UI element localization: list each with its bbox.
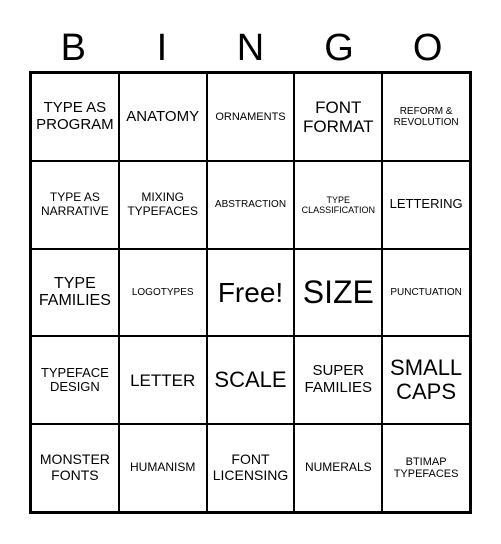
bingo-cell[interactable]: REFORM & REVOLUTION	[382, 73, 470, 161]
bingo-cell[interactable]: LOGOTYPES	[118, 248, 207, 337]
bingo-cell[interactable]: HUMANISM	[118, 424, 207, 512]
bingo-cell[interactable]: TYPE FAMILIES	[31, 248, 119, 337]
bingo-cell[interactable]: LETTER	[118, 336, 207, 425]
bingo-cell[interactable]: ORNAMENTS	[206, 73, 295, 161]
bingo-cell[interactable]: TYPE AS NARRATIVE	[31, 160, 119, 249]
bingo-cell[interactable]: SUPER FAMILIES	[294, 336, 383, 425]
bingo-cell[interactable]: LETTERING	[382, 160, 470, 249]
bingo-cell[interactable]: ANATOMY	[118, 73, 207, 161]
bingo-cell[interactable]: TYPE CLASSIFICATION	[294, 160, 383, 249]
free-space-cell[interactable]: Free!	[206, 248, 295, 337]
bingo-cell[interactable]: MIXING TYPEFACES	[118, 160, 207, 249]
bingo-cell[interactable]: TYPEFACE DESIGN	[31, 336, 119, 425]
bingo-cell[interactable]: MONSTER FONTS	[31, 424, 119, 512]
bingo-cell[interactable]: NUMERALS	[294, 424, 383, 512]
header-letter-i: I	[156, 27, 168, 69]
bingo-cell[interactable]: SCALE	[206, 336, 295, 425]
bingo-cell[interactable]: ABSTRACTION	[206, 160, 295, 249]
bingo-cell[interactable]: BTIMAP TYPEFACES	[382, 424, 470, 512]
bingo-cell[interactable]: TYPE AS PROGRAM	[31, 73, 119, 161]
bingo-cell[interactable]: SMALL CAPS	[382, 336, 470, 425]
header-letter-b: B	[60, 27, 86, 69]
bingo-cell[interactable]: FONT FORMAT	[294, 73, 383, 161]
header-letter-n: N	[236, 27, 265, 69]
bingo-card: TYPE AS PROGRAM ANATOMY ORNAMENTS FONT F…	[29, 71, 472, 514]
bingo-cell[interactable]: FONT LICENSING	[206, 424, 295, 512]
bingo-cell[interactable]: PUNCTUATION	[382, 248, 470, 337]
header-letter-o: O	[412, 27, 443, 69]
header-letter-g: G	[324, 27, 354, 69]
bingo-cell[interactable]: SIZE	[294, 248, 383, 337]
bingo-header: B I N G O	[29, 25, 472, 71]
